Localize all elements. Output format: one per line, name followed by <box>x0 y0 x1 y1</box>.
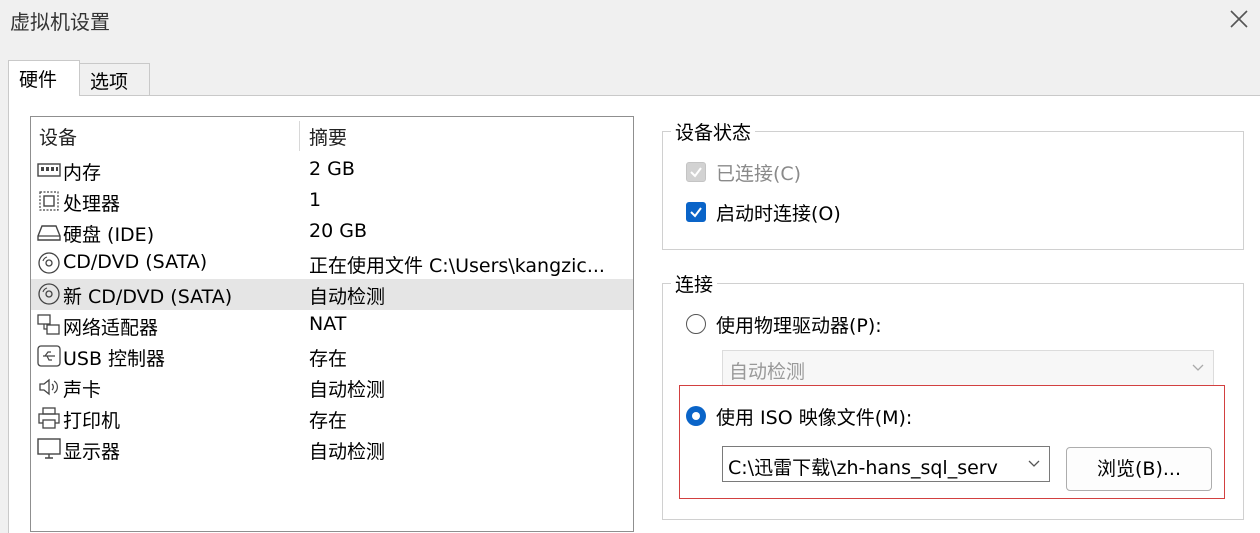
device-status-legend: 设备状态 <box>675 122 752 144</box>
device-name: CD/DVD (SATA) <box>63 251 208 273</box>
device-name: USB 控制器 <box>63 348 166 370</box>
printer-icon <box>38 407 60 429</box>
connect-at-power-on-label: 启动时连接(O) <box>716 203 841 225</box>
device-row-memory[interactable]: 内存 2 GB <box>31 155 633 186</box>
sound-card-icon <box>39 378 58 396</box>
device-name: 处理器 <box>63 193 121 215</box>
processor-icon <box>39 191 59 211</box>
device-row-usb-controller[interactable]: USB 控制器 存在 <box>31 341 633 372</box>
device-name: 声卡 <box>63 379 102 401</box>
cd-dvd-icon <box>38 283 60 305</box>
connected-label: 已连接(C) <box>716 163 802 185</box>
title-bar: 虚拟机设置 <box>0 0 1260 40</box>
connection-legend: 连接 <box>675 274 714 296</box>
device-row-processor[interactable]: 处理器 1 <box>31 186 633 217</box>
tab-hardware[interactable]: 硬件 <box>8 60 80 96</box>
close-icon[interactable] <box>1226 6 1252 32</box>
cd-dvd-icon <box>38 252 60 274</box>
check-icon <box>690 207 702 218</box>
iso-path-combobox[interactable]: C:\迅雷下载\zh-hans_sql_serv <box>722 446 1050 482</box>
physical-drive-label: 使用物理驱动器(P): <box>716 315 882 337</box>
window-title: 虚拟机设置 <box>10 10 110 34</box>
device-row-cd-dvd[interactable]: CD/DVD (SATA) 正在使用文件 C:\Users\kangzic... <box>31 248 633 279</box>
device-name: 网络适配器 <box>63 317 159 339</box>
device-summary: 1 <box>309 189 322 211</box>
memory-icon <box>37 163 61 177</box>
device-name: 新 CD/DVD (SATA) <box>63 286 233 308</box>
usb-controller-icon <box>37 345 61 367</box>
device-summary: 存在 <box>309 348 348 370</box>
device-summary: 正在使用文件 C:\Users\kangzic... <box>309 255 605 277</box>
device-row-new-cd-dvd[interactable]: 新 CD/DVD (SATA) 自动检测 <box>31 279 633 310</box>
device-name: 内存 <box>63 162 102 184</box>
device-summary: 2 GB <box>309 158 355 180</box>
connect-at-power-on-checkbox[interactable] <box>686 202 706 222</box>
network-adapter-icon <box>37 314 60 335</box>
device-summary: 自动检测 <box>309 441 386 463</box>
check-icon <box>690 167 702 178</box>
device-row-network-adapter[interactable]: 网络适配器 NAT <box>31 310 633 341</box>
column-header-summary[interactable]: 摘要 <box>309 123 347 150</box>
device-row-hard-disk[interactable]: 硬盘 (IDE) 20 GB <box>31 217 633 248</box>
display-icon <box>37 438 61 459</box>
physical-drive-radio[interactable] <box>686 314 706 334</box>
device-name: 显示器 <box>63 441 121 463</box>
device-summary: 自动检测 <box>309 379 386 401</box>
column-header-device[interactable]: 设备 <box>39 123 77 150</box>
iso-image-radio[interactable] <box>686 406 706 426</box>
device-summary: 存在 <box>309 410 348 432</box>
device-list[interactable]: 设备 摘要 内存 2 GB 处理器 1 硬盘 (IDE) 20 GB CD/DV… <box>30 116 634 532</box>
physical-drive-value: 自动检测 <box>729 361 806 383</box>
chevron-down-icon <box>1192 364 1204 371</box>
device-summary: 自动检测 <box>309 286 386 308</box>
device-row-sound-card[interactable]: 声卡 自动检测 <box>31 372 633 403</box>
physical-drive-select[interactable]: 自动检测 <box>722 350 1214 386</box>
browse-button[interactable]: 浏览(B)... <box>1066 447 1212 491</box>
device-row-printer[interactable]: 打印机 存在 <box>31 403 633 434</box>
connected-checkbox[interactable] <box>686 162 706 182</box>
hard-disk-icon <box>37 225 61 241</box>
iso-path-value: C:\迅雷下载\zh-hans_sql_serv <box>728 457 998 479</box>
device-name: 打印机 <box>63 410 121 432</box>
device-name: 硬盘 (IDE) <box>63 224 155 246</box>
iso-image-label: 使用 ISO 映像文件(M): <box>716 407 913 429</box>
device-summary: 20 GB <box>309 220 367 242</box>
column-divider[interactable] <box>299 121 300 151</box>
chevron-down-icon <box>1028 460 1040 467</box>
device-row-display[interactable]: 显示器 自动检测 <box>31 434 633 465</box>
device-summary: NAT <box>309 313 347 335</box>
tab-options[interactable]: 选项 <box>80 63 150 95</box>
